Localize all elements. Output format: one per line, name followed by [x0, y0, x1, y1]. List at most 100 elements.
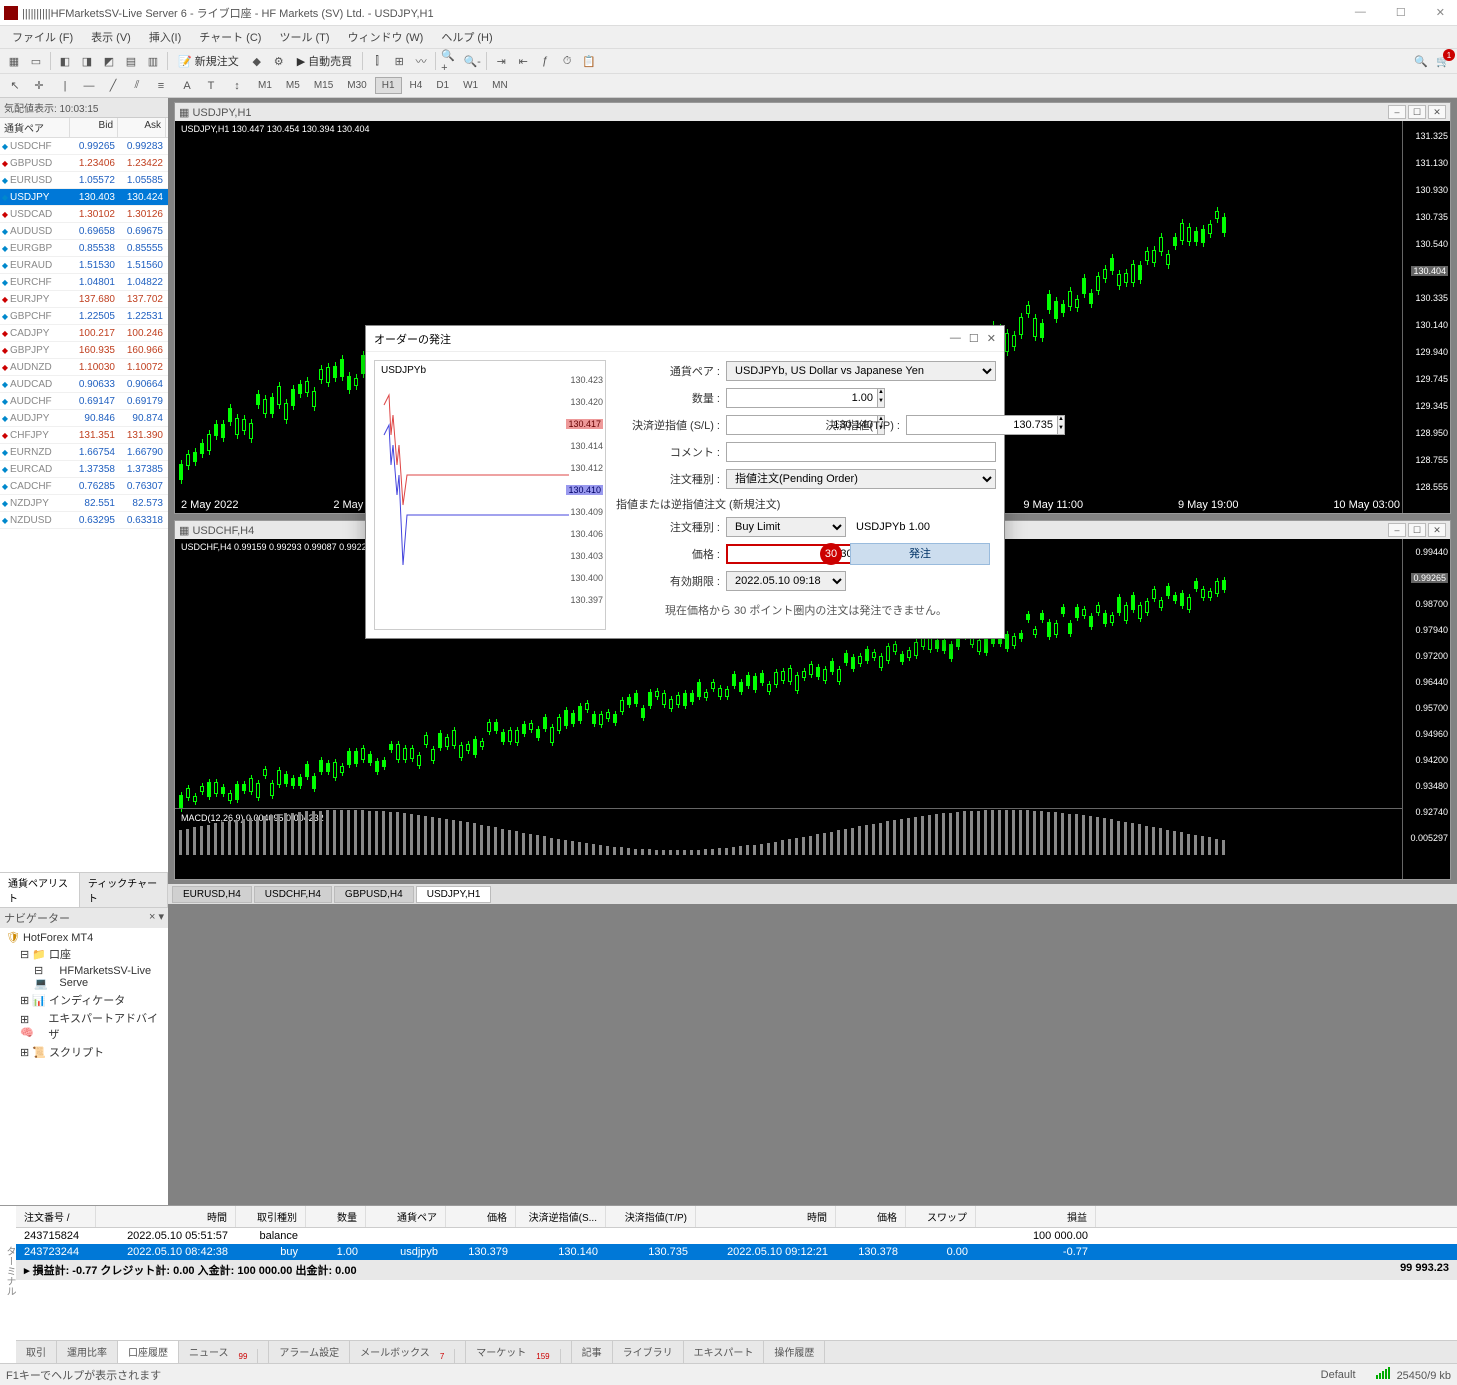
terminal-tab[interactable]: アラーム設定: [269, 1341, 350, 1364]
text-label-icon[interactable]: T: [200, 76, 222, 96]
mw-row-eurgbp[interactable]: ◆EURGBP0.855380.85555: [0, 240, 168, 257]
terminal-row[interactable]: 2437232442022.05.10 08:42:38buy1.00usdjp…: [16, 1244, 1457, 1260]
data-window-icon[interactable]: ◨: [77, 51, 97, 71]
expiry-input[interactable]: 2022.05.10 09:18: [726, 571, 846, 591]
ordertype-select[interactable]: 指値注文(Pending Order): [726, 469, 996, 489]
mw-row-eurnzd[interactable]: ◆EURNZD1.667541.66790: [0, 444, 168, 461]
minimize-button[interactable]: —: [1347, 4, 1374, 21]
metaeditor-icon[interactable]: ◆: [247, 51, 267, 71]
nav-root[interactable]: 🛡HotForex MT4: [2, 930, 166, 945]
mw-tab-tick[interactable]: ティックチャート: [80, 873, 168, 907]
mw-row-euraud[interactable]: ◆EURAUD1.515301.51560: [0, 257, 168, 274]
market-watch-icon[interactable]: ◧: [55, 51, 75, 71]
mw-row-gbpusd[interactable]: ◆GBPUSD1.234061.23422: [0, 155, 168, 172]
tester-icon[interactable]: ▥: [143, 51, 163, 71]
pair-select[interactable]: USDJPYb, US Dollar vs Japanese Yen: [726, 361, 996, 381]
fibo-icon[interactable]: ≡: [150, 76, 172, 96]
periods-icon[interactable]: ⏱: [557, 51, 577, 71]
maximize-button[interactable]: ☐: [1388, 4, 1414, 21]
options-icon[interactable]: ⚙: [269, 51, 289, 71]
nav-accounts[interactable]: ⊟ 📁 口座: [2, 945, 166, 963]
menu-tools[interactable]: ツール (T): [271, 27, 337, 47]
chart-tab-usdjpy[interactable]: USDJPY,H1: [416, 886, 492, 903]
hline-icon[interactable]: —: [78, 76, 100, 96]
terminal-tab[interactable]: 取引: [16, 1341, 57, 1364]
mql-icon[interactable]: 🛒: [1433, 51, 1453, 71]
zoom-in-icon[interactable]: 🔍+: [440, 51, 460, 71]
terminal-tab[interactable]: 操作履歴: [764, 1341, 825, 1364]
search-icon[interactable]: 🔍: [1411, 51, 1431, 71]
line-chart-icon[interactable]: 〰: [411, 51, 431, 71]
mw-row-nzdusd[interactable]: ◆NZDUSD0.632950.63318: [0, 512, 168, 529]
menu-chart[interactable]: チャート (C): [191, 27, 269, 47]
cursor-icon[interactable]: ↖: [4, 76, 26, 96]
arrows-icon[interactable]: ↕: [226, 76, 248, 96]
tf-w1[interactable]: W1: [457, 78, 484, 93]
tf-d1[interactable]: D1: [430, 78, 455, 93]
text-icon[interactable]: A: [176, 76, 198, 96]
nav-server[interactable]: ⊟ 💻 HFMarketsSV-Live Serve: [2, 963, 166, 991]
terminal-tab[interactable]: 運用比率: [57, 1341, 118, 1364]
terminal-row[interactable]: 2437158242022.05.10 05:51:57balance100 0…: [16, 1228, 1457, 1244]
dialog-max[interactable]: ☐: [969, 332, 979, 345]
chart1-close[interactable]: ✕: [1428, 105, 1446, 119]
mw-row-nzdjpy[interactable]: ◆NZDJPY82.55182.573: [0, 495, 168, 512]
menu-insert[interactable]: 挿入(I): [141, 27, 189, 47]
pending-type-select[interactable]: Buy Limit: [726, 517, 846, 537]
chart-shift-icon[interactable]: ⇤: [513, 51, 533, 71]
tf-m15[interactable]: M15: [308, 78, 339, 93]
tf-m1[interactable]: M1: [252, 78, 278, 93]
trendline-icon[interactable]: ╱: [102, 76, 124, 96]
menu-file[interactable]: ファイル (F): [4, 27, 81, 47]
chart1-max[interactable]: ☐: [1408, 105, 1426, 119]
terminal-tab[interactable]: ニュース99: [179, 1341, 269, 1364]
terminal-tab[interactable]: ライブラリ: [613, 1341, 684, 1364]
mw-row-audjpy[interactable]: ◆AUDJPY90.84690.874: [0, 410, 168, 427]
autotrade-button[interactable]: ▶自動売買: [291, 51, 358, 71]
mw-row-gbpjpy[interactable]: ◆GBPJPY160.935160.966: [0, 342, 168, 359]
mw-row-cadchf[interactable]: ◆CADCHF0.762850.76307: [0, 478, 168, 495]
indicators-icon[interactable]: ƒ: [535, 51, 555, 71]
menu-view[interactable]: 表示 (V): [83, 27, 139, 47]
tf-m5[interactable]: M5: [280, 78, 306, 93]
terminal-tab[interactable]: エキスパート: [684, 1341, 765, 1364]
mw-row-eurjpy[interactable]: ◆EURJPY137.680137.702: [0, 291, 168, 308]
mw-row-audnzd[interactable]: ◆AUDNZD1.100301.10072: [0, 359, 168, 376]
menu-window[interactable]: ウィンドウ (W): [340, 27, 432, 47]
comment-input[interactable]: [726, 442, 996, 462]
vline-icon[interactable]: |: [54, 76, 76, 96]
templates-icon[interactable]: 📋: [579, 51, 599, 71]
mw-row-audchf[interactable]: ◆AUDCHF0.691470.69179: [0, 393, 168, 410]
mw-row-chfjpy[interactable]: ◆CHFJPY131.351131.390: [0, 427, 168, 444]
mw-row-cadjpy[interactable]: ◆CADJPY100.217100.246: [0, 325, 168, 342]
mw-tab-symbols[interactable]: 通貨ペアリスト: [0, 873, 80, 907]
autoscroll-icon[interactable]: ⇥: [491, 51, 511, 71]
chart2-max[interactable]: ☐: [1408, 523, 1426, 537]
mw-row-usdjpy[interactable]: ◆USDJPY130.403130.424: [0, 189, 168, 206]
terminal-tab[interactable]: マーケット159: [466, 1341, 571, 1364]
zoom-out-icon[interactable]: 🔍-: [462, 51, 482, 71]
navigator-icon[interactable]: ◩: [99, 51, 119, 71]
crosshair-icon[interactable]: ✛: [28, 76, 50, 96]
tf-h4[interactable]: H4: [404, 78, 429, 93]
mw-row-eurchf[interactable]: ◆EURCHF1.048011.04822: [0, 274, 168, 291]
candle-chart-icon[interactable]: ⊞: [389, 51, 409, 71]
chart-tab-eurusd[interactable]: EURUSD,H4: [172, 886, 252, 903]
chart2-close[interactable]: ✕: [1428, 523, 1446, 537]
profiles-icon[interactable]: ▭: [26, 51, 46, 71]
terminal-tab[interactable]: 記事: [572, 1341, 613, 1364]
dialog-min[interactable]: —: [950, 332, 961, 345]
tf-h1[interactable]: H1: [375, 77, 402, 94]
chart-tab-gbpusd[interactable]: GBPUSD,H4: [334, 886, 414, 903]
mw-row-eurusd[interactable]: ◆EURUSD1.055721.05585: [0, 172, 168, 189]
chart-tab-usdchf[interactable]: USDCHF,H4: [254, 886, 332, 903]
volume-input[interactable]: [726, 388, 877, 408]
channel-icon[interactable]: ⫽: [126, 76, 148, 96]
nav-indicators[interactable]: ⊞ 📊 インディケータ: [2, 991, 166, 1009]
terminal-tab[interactable]: 口座履歴: [118, 1341, 179, 1364]
dialog-close[interactable]: ✕: [987, 332, 996, 345]
terminal-icon[interactable]: ▤: [121, 51, 141, 71]
chart1-min[interactable]: –: [1388, 105, 1406, 119]
bar-chart-icon[interactable]: ⫿: [367, 51, 387, 71]
tf-m30[interactable]: M30: [341, 78, 372, 93]
